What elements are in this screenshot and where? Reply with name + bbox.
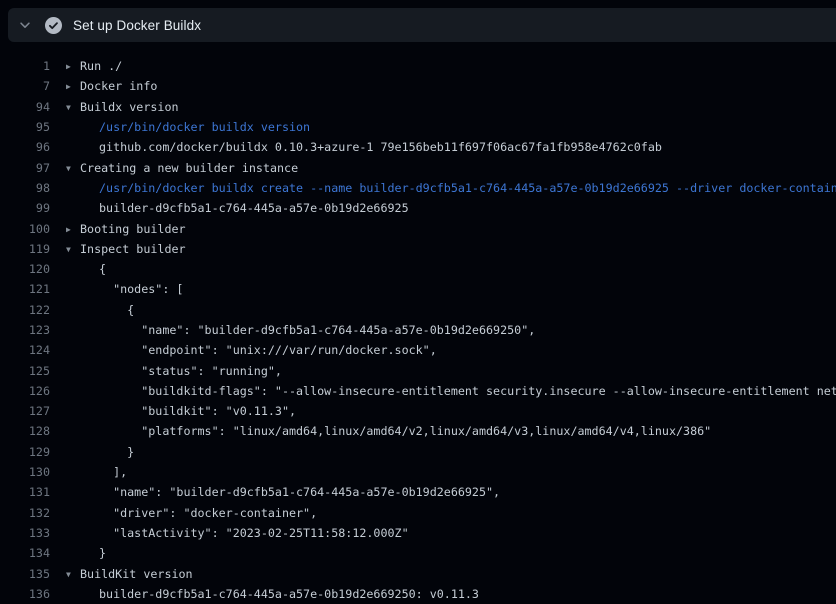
log-text: ], bbox=[99, 465, 127, 479]
log-line: 97 ▼Creating a new builder instance bbox=[0, 157, 836, 177]
log-text: "platforms": "linux/amd64,linux/amd64/v2… bbox=[99, 424, 711, 438]
line-number[interactable]: 134 bbox=[0, 546, 50, 560]
log-line: 119 ▼Inspect builder bbox=[0, 239, 836, 259]
group-toggle-icon[interactable]: ▼ bbox=[66, 164, 80, 173]
log-line: 120 { bbox=[0, 259, 836, 279]
log-text: Docker info bbox=[80, 79, 157, 93]
line-number[interactable]: 127 bbox=[0, 404, 50, 418]
log-text: "status": "running", bbox=[99, 364, 282, 378]
log-text: Creating a new builder instance bbox=[80, 161, 298, 175]
log-text: "name": "builder-d9cfb5a1-c764-445a-a57e… bbox=[99, 323, 535, 337]
log-text: } bbox=[99, 445, 134, 459]
line-number[interactable]: 120 bbox=[0, 262, 50, 276]
chevron-down-icon[interactable] bbox=[15, 18, 35, 32]
log-line: 134} bbox=[0, 543, 836, 563]
log-line: 132 "driver": "docker-container", bbox=[0, 503, 836, 523]
line-number[interactable]: 100 bbox=[0, 222, 50, 236]
log-text: /usr/bin/docker buildx create --name bui… bbox=[99, 181, 836, 195]
line-number[interactable]: 121 bbox=[0, 282, 50, 296]
log-text: "name": "builder-d9cfb5a1-c764-445a-a57e… bbox=[99, 485, 500, 499]
line-number[interactable]: 135 bbox=[0, 567, 50, 581]
log-text: { bbox=[99, 262, 106, 276]
log-text: builder-d9cfb5a1-c764-445a-a57e-0b19d2e6… bbox=[99, 201, 409, 215]
log-text: Booting builder bbox=[80, 222, 186, 236]
line-number[interactable]: 130 bbox=[0, 465, 50, 479]
log-text: builder-d9cfb5a1-c764-445a-a57e-0b19d2e6… bbox=[99, 587, 479, 601]
log-line: 100 ▶Booting builder bbox=[0, 218, 836, 238]
log-line: 136 builder-d9cfb5a1-c764-445a-a57e-0b19d… bbox=[0, 584, 836, 604]
log-text: github.com/docker/buildx 0.10.3+azure-1 … bbox=[99, 140, 662, 154]
group-toggle-icon[interactable]: ▶ bbox=[66, 62, 80, 71]
log-line: 121 "nodes": [ bbox=[0, 279, 836, 299]
line-number[interactable]: 131 bbox=[0, 485, 50, 499]
log-line: 127 "buildkit": "v0.11.3", bbox=[0, 401, 836, 421]
line-number[interactable]: 126 bbox=[0, 384, 50, 398]
log-line: 131 "name": "builder-d9cfb5a1-c764-445a-… bbox=[0, 482, 836, 502]
log-text: BuildKit version bbox=[80, 567, 193, 581]
line-number[interactable]: 125 bbox=[0, 364, 50, 378]
log-text: "buildkitd-flags": "--allow-insecure-ent… bbox=[99, 384, 836, 398]
log-text: /usr/bin/docker buildx version bbox=[99, 120, 310, 134]
group-toggle-icon[interactable]: ▶ bbox=[66, 82, 80, 91]
log-line: 7 ▶Docker info bbox=[0, 76, 836, 96]
line-number[interactable]: 96 bbox=[0, 140, 50, 154]
log-line: 98/usr/bin/docker buildx create --name b… bbox=[0, 178, 836, 198]
log-text: { bbox=[99, 303, 134, 317]
line-number[interactable]: 119 bbox=[0, 242, 50, 256]
log-line: 124 "endpoint": "unix:///var/run/docker.… bbox=[0, 340, 836, 360]
line-number[interactable]: 129 bbox=[0, 445, 50, 459]
log-line: 128 "platforms": "linux/amd64,linux/amd6… bbox=[0, 421, 836, 441]
log-line: 96 github.com/docker/buildx 0.10.3+azure-… bbox=[0, 137, 836, 157]
line-number[interactable]: 1 bbox=[0, 59, 50, 73]
group-toggle-icon[interactable]: ▶ bbox=[66, 225, 80, 234]
line-number[interactable]: 133 bbox=[0, 526, 50, 540]
group-toggle-icon[interactable]: ▼ bbox=[66, 570, 80, 579]
log-line: 94 ▼Buildx version bbox=[0, 97, 836, 117]
log-text: Inspect builder bbox=[80, 242, 186, 256]
log-line: 123 "name": "builder-d9cfb5a1-c764-445a-… bbox=[0, 320, 836, 340]
step-header[interactable]: Set up Docker Buildx bbox=[8, 8, 836, 42]
line-number[interactable]: 98 bbox=[0, 181, 50, 195]
log-line: 135 ▼BuildKit version bbox=[0, 563, 836, 583]
group-toggle-icon[interactable]: ▼ bbox=[66, 103, 80, 112]
log-line: 122 { bbox=[0, 300, 836, 320]
group-toggle-icon[interactable]: ▼ bbox=[66, 245, 80, 254]
log-line: 1 ▶Run ./ bbox=[0, 56, 836, 76]
line-number[interactable]: 95 bbox=[0, 120, 50, 134]
line-number[interactable]: 132 bbox=[0, 506, 50, 520]
line-number[interactable]: 122 bbox=[0, 303, 50, 317]
line-number[interactable]: 128 bbox=[0, 424, 50, 438]
log-line: 95/usr/bin/docker buildx version bbox=[0, 117, 836, 137]
log-line: 133 "lastActivity": "2023-02-25T11:58:12… bbox=[0, 523, 836, 543]
log-line: 99 builder-d9cfb5a1-c764-445a-a57e-0b19d2… bbox=[0, 198, 836, 218]
log-line: 130 ], bbox=[0, 462, 836, 482]
log-line: 129 } bbox=[0, 442, 836, 462]
line-number[interactable]: 123 bbox=[0, 323, 50, 337]
log-text: Buildx version bbox=[80, 100, 179, 114]
status-check-icon bbox=[44, 17, 62, 34]
line-number[interactable]: 124 bbox=[0, 343, 50, 357]
log-text: "lastActivity": "2023-02-25T11:58:12.000… bbox=[99, 526, 409, 540]
log-text: "endpoint": "unix:///var/run/docker.sock… bbox=[99, 343, 437, 357]
log-text: "driver": "docker-container", bbox=[99, 506, 317, 520]
log-line: 125 "status": "running", bbox=[0, 360, 836, 380]
line-number[interactable]: 136 bbox=[0, 587, 50, 601]
log-text: "buildkit": "v0.11.3", bbox=[99, 404, 296, 418]
line-number[interactable]: 99 bbox=[0, 201, 50, 215]
log-text: } bbox=[99, 546, 106, 560]
line-number[interactable]: 97 bbox=[0, 161, 50, 175]
line-number[interactable]: 94 bbox=[0, 100, 50, 114]
log-lines: 1▶Run ./ 7▶Docker info 94▼Buildx version… bbox=[0, 56, 836, 604]
log-line: 126 "buildkitd-flags": "--allow-insecure… bbox=[0, 381, 836, 401]
log-text: "nodes": [ bbox=[99, 282, 183, 296]
line-number[interactable]: 7 bbox=[0, 79, 50, 93]
log-text: Run ./ bbox=[80, 59, 122, 73]
step-title: Set up Docker Buildx bbox=[73, 18, 201, 33]
